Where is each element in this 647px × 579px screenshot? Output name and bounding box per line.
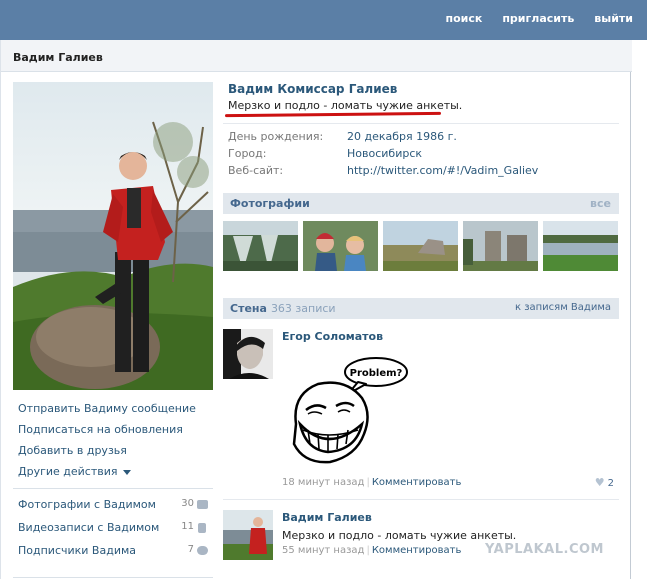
post-time[interactable]: 55 минут назад (282, 545, 364, 556)
troll-bubble-text: Problem? (350, 368, 403, 379)
info-value[interactable]: 20 декабря 1986 г. (347, 130, 457, 143)
troll-face-image: Problem? (286, 354, 416, 469)
search-link[interactable]: поиск (445, 12, 482, 25)
post-meta: 55 минут назад | Комментировать (282, 545, 462, 556)
watermark: YAPLAKAL.COM (485, 542, 604, 557)
wall-count: 363 записи (270, 302, 336, 315)
heart-icon: ♥ (594, 476, 605, 489)
post-author[interactable]: Вадим Галиев (282, 511, 372, 524)
like-button[interactable]: ♥ 2 (595, 476, 614, 489)
info-value[interactable]: http://twitter.com/#!/Vadim_Galiev (347, 164, 538, 177)
other-actions-label: Другие действия (18, 465, 118, 478)
post-time[interactable]: 18 минут назад (282, 477, 364, 488)
info-row-website: Веб-сайт: http://twitter.com/#!/Vadim_Ga… (228, 164, 618, 181)
avatar[interactable] (223, 329, 273, 379)
info-row-birthday: День рождения: 20 декабря 1986 г. (228, 130, 618, 147)
invite-link[interactable]: пригласить (502, 12, 574, 25)
info-value[interactable]: Новосибирск (347, 147, 422, 160)
add-friend-link[interactable]: Добавить в друзья (18, 444, 213, 465)
photo-thumbnail[interactable] (303, 221, 378, 271)
photo-thumbnail[interactable] (543, 221, 618, 271)
videos-with-count: 11 (181, 521, 194, 532)
page-header: Вадим Галиев (1, 40, 632, 72)
other-actions-link[interactable]: Другие действия (18, 465, 213, 486)
profile-photo[interactable] (13, 82, 213, 390)
send-message-link[interactable]: Отправить Вадиму сообщение (18, 402, 213, 423)
photo-strip (223, 221, 619, 271)
photos-with-label: Фотографии с Вадимом (18, 498, 156, 511)
wall-post: Егор Соломатов Problem? (223, 329, 619, 500)
comment-link[interactable]: Комментировать (372, 477, 462, 488)
profile-full-name: Вадим Комиссар Галиев (228, 82, 398, 96)
film-icon (198, 523, 206, 533)
info-key: Город: (228, 147, 267, 160)
divider (223, 499, 619, 500)
subscribers-link[interactable]: Подписчики Вадима 7 (18, 544, 208, 567)
subscribers-label: Подписчики Вадима (18, 544, 137, 557)
videos-with-label: Видеозаписи с Вадимом (18, 521, 160, 534)
wall-title-wrap: Стена 363 записи (230, 302, 336, 315)
camera-icon (197, 500, 208, 509)
divider-bottom (13, 577, 213, 578)
photo-thumbnail[interactable] (223, 221, 298, 271)
photo-thumbnail[interactable] (463, 221, 538, 271)
photos-all-link[interactable]: все (590, 197, 611, 210)
page-title: Вадим Галиев (13, 51, 103, 64)
like-count: 2 (607, 478, 614, 489)
info-key: День рождения: (228, 130, 324, 143)
chevron-down-icon (122, 469, 131, 475)
wall-link[interactable]: к записям Вадима (515, 302, 611, 313)
wall-title: Стена (230, 302, 267, 315)
wall-post: Вадим Галиев Мерзко и подло - ломать чуж… (223, 510, 619, 570)
photos-section-title: Фотографии (230, 197, 310, 210)
photos-with-count: 30 (181, 498, 194, 509)
photo-thumbnail[interactable] (383, 221, 458, 271)
post-meta: 18 минут назад | Комментировать (282, 477, 462, 488)
comment-link[interactable]: Комментировать (372, 545, 462, 556)
divider (13, 488, 213, 489)
photos-with-link[interactable]: Фотографии с Вадимом 30 (18, 498, 208, 521)
subscribers-count: 7 (187, 544, 194, 555)
post-author[interactable]: Егор Соломатов (282, 330, 383, 343)
photos-section-header[interactable]: Фотографии все (223, 193, 619, 214)
profile-info: День рождения: 20 декабря 1986 г. Город:… (228, 130, 618, 181)
post-text: Мерзко и подло - ломать чужие анкеты. (282, 529, 517, 542)
top-bar: поиск пригласить выйти (0, 0, 647, 40)
wall-section-header[interactable]: Стена 363 записи к записям Вадима (223, 298, 619, 319)
people-icon (197, 546, 208, 555)
logout-link[interactable]: выйти (594, 12, 633, 25)
profile-status[interactable]: Мерзко и подло - ломать чужие анкеты. (228, 99, 462, 112)
info-row-city: Город: Новосибирск (228, 147, 618, 164)
info-key: Веб-сайт: (228, 164, 284, 177)
subscribe-link[interactable]: Подписаться на обновления (18, 423, 213, 444)
avatar[interactable] (223, 510, 273, 560)
divider (223, 123, 619, 124)
videos-with-link[interactable]: Видеозаписи с Вадимом 11 (18, 521, 208, 544)
